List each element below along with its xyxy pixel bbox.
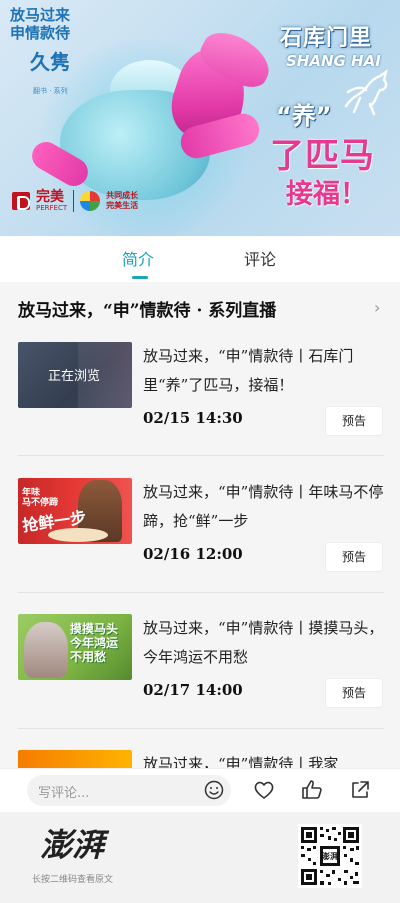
divider: [18, 592, 384, 593]
item-thumbnail[interactable]: 年味 马不停蹄 抢鲜一步: [18, 478, 132, 544]
tab-comment[interactable]: 评论: [244, 246, 276, 270]
perfect-logo-cn: 完美: [36, 189, 64, 205]
banner-headline-line1: 石库门里: [280, 26, 373, 51]
item-title[interactable]: 放马过来，“申”情款待丨摸摸马头，今年鸿运不用愁: [143, 614, 391, 672]
pinwheel-icon: [80, 191, 101, 211]
banner-subtitle: 久隽: [30, 50, 70, 74]
divider: [18, 455, 384, 456]
series-title[interactable]: 放马过来，“申”情款待 · 系列直播: [18, 296, 276, 321]
divider: [18, 728, 384, 729]
slogan-text: 共同成长 完美生活: [106, 191, 138, 211]
perfect-logo-icon: [12, 192, 30, 210]
banner-title: 放马过来 申情款待: [10, 6, 84, 42]
banner-headline: 石库门里 SHANG HAI “养” 了匹马 接福！: [270, 16, 398, 216]
banner-small-text: 翻书 · 系列: [33, 87, 68, 95]
tab-active-indicator: [132, 276, 148, 279]
item-thumbnail[interactable]: [18, 750, 132, 768]
tab-intro[interactable]: 简介: [122, 246, 154, 270]
banner-headline-line3: 了匹马: [270, 136, 375, 176]
program-list: 放马过来，“申”情款待 · 系列直播 › 正在浏览 放马过来，“申”情款待丨石库…: [0, 282, 400, 768]
logo-separator: [73, 190, 75, 212]
item-time: 02/16 12:00: [143, 545, 243, 563]
share-icon[interactable]: [348, 778, 372, 802]
banner-title-line2: 申情款待: [10, 24, 71, 42]
comment-input[interactable]: 写评论...: [27, 775, 231, 806]
thepaper-logo: 澎湃: [40, 826, 110, 864]
thumb-horse: [24, 622, 68, 678]
slogan-line1: 共同成长: [106, 191, 139, 200]
banner-headline-line2: “养”: [276, 102, 332, 130]
slogan-line2: 完美生活: [106, 201, 139, 210]
banner-headline-line4: 接福！: [286, 179, 367, 210]
perfect-logo-text: 完美 PERFECT: [36, 190, 67, 212]
list-item[interactable]: 摸摸马头 今年鸿运 不用愁 放马过来，“申”情款待丨摸摸马头，今年鸿运不用愁 0…: [0, 614, 400, 750]
item-title[interactable]: 放马过来，“申”情款待丨石库门里“养”了匹马，接福！: [143, 342, 391, 400]
emoji-icon[interactable]: [203, 779, 225, 801]
preview-button[interactable]: 预告: [325, 678, 383, 708]
item-thumbnail[interactable]: 摸摸马头 今年鸿运 不用愁: [18, 614, 132, 680]
brand-text: 澎湃: [40, 826, 110, 864]
thumb-caption-line1: 年味: [22, 488, 41, 498]
chevron-right-icon[interactable]: ›: [374, 298, 380, 317]
sponsor-logos: 完美 PERFECT 共同成长 完美生活: [12, 190, 138, 212]
item-title[interactable]: 放马过来，“申”情款待丨我家: [143, 750, 391, 768]
preview-button[interactable]: 预告: [325, 406, 383, 436]
preview-button[interactable]: 预告: [325, 542, 383, 572]
thumb-caption-line2: 马不停蹄: [22, 498, 59, 508]
thumb-caption: 年味 马不停蹄: [22, 488, 58, 508]
item-time: 02/17 14:00: [143, 681, 243, 699]
list-item[interactable]: 放马过来，“申”情款待丨我家: [0, 750, 400, 768]
item-title[interactable]: 放马过来，“申”情款待丨年味马不停蹄，抢“鲜”一步: [143, 478, 391, 536]
thumb-caption: 摸摸马头 今年鸿运 不用愁: [70, 622, 119, 664]
list-item[interactable]: 正在浏览 放马过来，“申”情款待丨石库门里“养”了匹马，接福！ 02/15 14…: [0, 342, 400, 478]
comment-bar: 写评论...: [0, 768, 400, 812]
item-time: 02/15 14:30: [143, 409, 243, 427]
perfect-logo-en: PERFECT: [36, 204, 68, 212]
qr-code[interactable]: 澎湃: [298, 824, 362, 888]
thumbs-up-icon[interactable]: [300, 778, 324, 802]
banner-title-line1: 放马过来: [10, 6, 71, 24]
tab-bar: 简介 评论: [0, 236, 400, 282]
qr-center-text: 澎湃: [322, 851, 338, 861]
list-item[interactable]: 年味 马不停蹄 抢鲜一步 放马过来，“申”情款待丨年味马不停蹄，抢“鲜”一步 0…: [0, 478, 400, 614]
horse-sketch-icon: [344, 69, 388, 116]
hero-banner: 放马过来 申情款待 久隽 翻书 · 系列 石库门里 SHANG HAI “养” …: [0, 0, 400, 236]
now-viewing-label: 正在浏览: [48, 369, 101, 384]
footer: 澎湃 长按二维码查看原文 澎湃: [0, 812, 400, 903]
heart-icon[interactable]: [252, 778, 276, 802]
item-thumbnail[interactable]: 正在浏览: [18, 342, 132, 408]
comment-placeholder: 写评论...: [38, 786, 90, 801]
qr-caption: 长按二维码查看原文: [32, 875, 114, 885]
